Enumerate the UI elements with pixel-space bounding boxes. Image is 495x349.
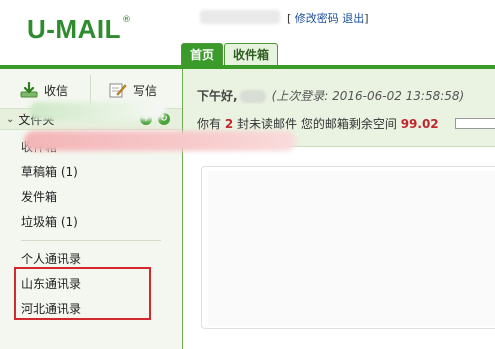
tab-inbox[interactable]: 收件箱: [224, 43, 279, 66]
redacted-notice-title: [30, 102, 165, 120]
receive-mail-button[interactable]: 收信: [0, 75, 90, 105]
write-label: 写信: [133, 83, 158, 98]
user-name-redacted: [239, 90, 266, 103]
quota-progress-bar: [455, 118, 495, 129]
write-mail-button[interactable]: 写信: [90, 75, 182, 105]
mail-action-row: 收信 写信: [0, 75, 182, 105]
redacted-notice-text: [24, 131, 296, 151]
main-content: 下午好, (上次登录: 2016-06-02 13:58:58) 你有 2 封未读…: [183, 69, 495, 349]
space-remaining: 99.02: [400, 117, 439, 131]
folder-sent[interactable]: 发件箱: [0, 185, 182, 210]
download-icon: [20, 82, 38, 98]
user-email-redacted: [200, 10, 280, 24]
bracket-close: ]: [364, 12, 369, 25]
user-links: [ 修改密码 退出]: [287, 10, 369, 26]
umail-logo: U-MAIL ®: [27, 14, 131, 44]
status-prefix: 你有: [197, 117, 222, 131]
receive-label: 收信: [44, 83, 69, 98]
change-password-link[interactable]: 修改密码: [295, 12, 339, 25]
logo-text: U-MAIL: [27, 14, 121, 44]
compose-icon: [109, 82, 127, 98]
greeting-text: 下午好,: [197, 89, 238, 103]
notice-panel: [201, 166, 495, 329]
chevron-down-icon[interactable]: ⌄: [6, 114, 14, 125]
registered-mark: ®: [121, 15, 131, 25]
bracket-open: [: [287, 12, 292, 25]
sidebar-divider: [21, 240, 161, 241]
folder-drafts[interactable]: 草稿箱 (1): [0, 160, 182, 185]
highlight-annotation-box: [14, 267, 151, 320]
greeting-line: 下午好, (上次登录: 2016-06-02 13:58:58): [197, 87, 464, 104]
main-tabs: 首页 收件箱: [181, 43, 279, 66]
last-login-text: (上次登录: 2016-06-02 13:58:58): [271, 89, 465, 103]
status-mid: 封未读邮件 您的邮箱剩余空间: [237, 117, 397, 131]
tab-home[interactable]: 首页: [181, 43, 224, 66]
folder-trash[interactable]: 垃圾箱 (1): [0, 210, 182, 235]
unread-count[interactable]: 2: [225, 117, 233, 131]
logout-link[interactable]: 退出: [342, 12, 364, 25]
mailbox-status: 你有 2 封未读邮件 您的邮箱剩余空间 99.02: [197, 115, 439, 132]
notice-panel-inner: [208, 171, 495, 326]
